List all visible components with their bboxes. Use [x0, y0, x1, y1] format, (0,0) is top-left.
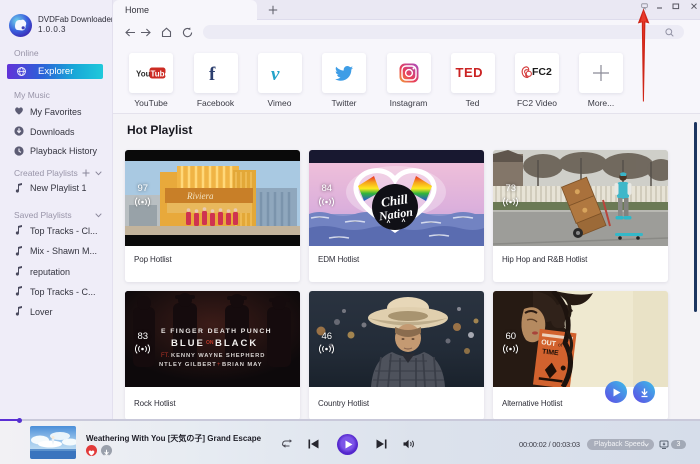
svg-text:f: f — [209, 64, 216, 83]
svg-text:v: v — [271, 65, 280, 83]
svg-text:KENNY WAYNE SHEPHERD: KENNY WAYNE SHEPHERD — [171, 353, 265, 359]
svg-text:BLACK: BLACK — [215, 338, 258, 349]
svg-text:BRIAN MAY: BRIAN MAY — [222, 362, 262, 368]
svg-text:Tube: Tube — [151, 69, 167, 78]
svg-text:Riviera: Riviera — [186, 191, 214, 201]
svg-text:NTLEY GILBERT: NTLEY GILBERT — [159, 362, 217, 368]
svg-text:BLUE: BLUE — [171, 338, 205, 349]
svg-text:You: You — [136, 70, 151, 79]
svg-text:E FINGER DEATH PUNCH: E FINGER DEATH PUNCH — [161, 328, 272, 335]
svg-text:+: + — [217, 362, 221, 368]
svg-text:ON: ON — [206, 340, 214, 346]
svg-text:FT.: FT. — [161, 353, 170, 359]
